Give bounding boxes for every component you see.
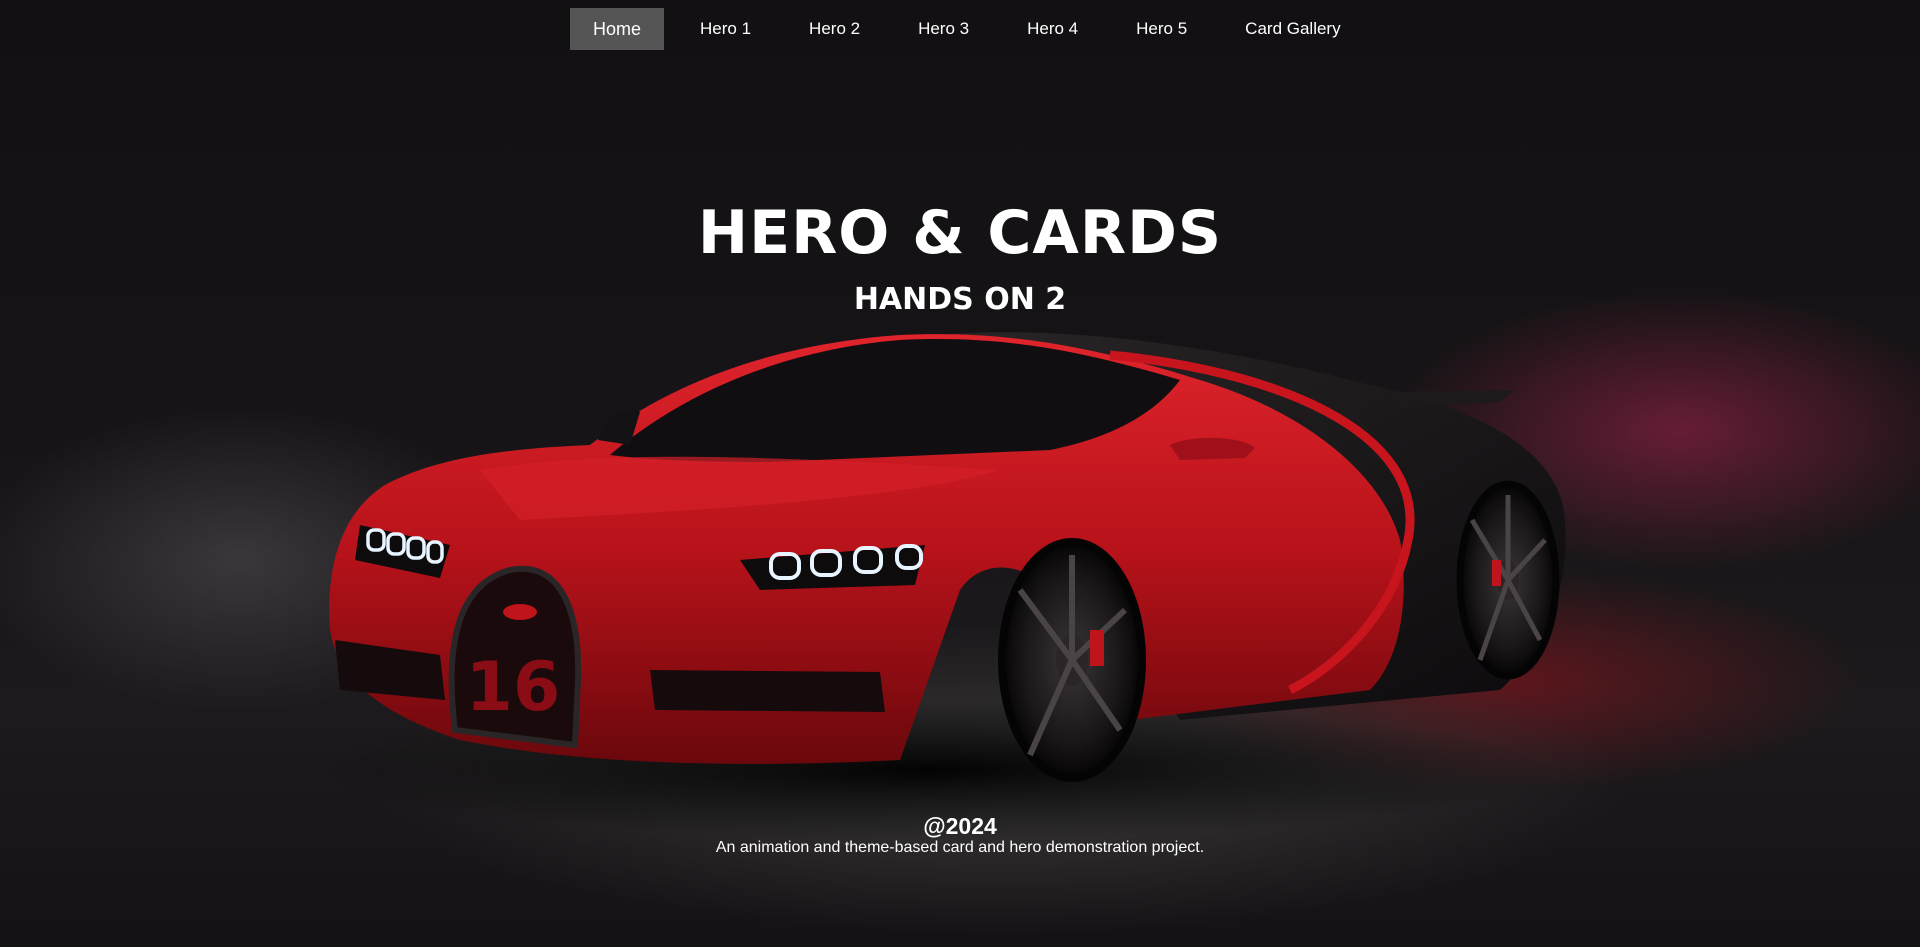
rear-wheel [1456, 480, 1560, 680]
hero-subtitle: HANDS ON 2 [853, 282, 1067, 317]
front-intake-right [650, 670, 885, 712]
footer-description: An animation and theme-based card and he… [715, 839, 1205, 856]
car-spoiler [1380, 390, 1515, 408]
front-wheel [998, 538, 1146, 782]
grille-badge: 16 [466, 648, 561, 727]
hero-car-image: 16 [310, 332, 1566, 840]
grille-logo [503, 604, 537, 620]
footer-year: @2024 [923, 813, 997, 839]
hero-page: Home Hero 1 Hero 2 Hero 3 Hero 4 Hero 5 … [0, 0, 1920, 947]
hero-title: HERO & CARDS [697, 198, 1223, 268]
